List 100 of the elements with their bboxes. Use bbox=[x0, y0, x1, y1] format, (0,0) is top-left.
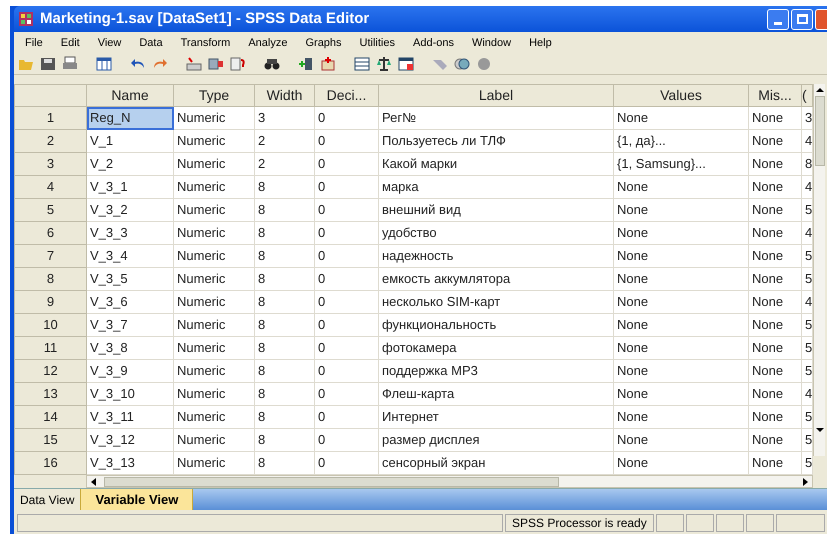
table-cell[interactable]: 0 bbox=[314, 428, 378, 452]
table-cell[interactable]: поддержка MP3 bbox=[378, 360, 614, 382]
table-cell[interactable]: None bbox=[748, 268, 802, 290]
row-header[interactable]: 14 bbox=[14, 406, 86, 428]
row-header[interactable]: 8 bbox=[14, 268, 86, 290]
table-cell[interactable]: 0 bbox=[314, 360, 378, 382]
table-cell[interactable]: Numeric bbox=[174, 106, 254, 130]
table-cell[interactable]: Numeric bbox=[174, 360, 254, 382]
horizontal-scrollbar[interactable] bbox=[86, 475, 814, 488]
menu-item[interactable]: Utilities bbox=[350, 32, 404, 54]
column-header[interactable]: Deci... bbox=[314, 84, 378, 106]
table-cell[interactable]: V_3_2 bbox=[86, 198, 174, 222]
menu-item[interactable]: Transform bbox=[172, 32, 240, 54]
table-cell[interactable]: марка bbox=[378, 176, 614, 198]
table-cell[interactable]: None bbox=[748, 176, 802, 198]
dot-icon[interactable] bbox=[476, 56, 492, 72]
circles-icon[interactable] bbox=[454, 56, 470, 72]
table-cell[interactable]: Numeric bbox=[174, 314, 254, 336]
table-cell[interactable]: 0 bbox=[314, 130, 378, 152]
row-header[interactable]: 16 bbox=[14, 452, 86, 474]
table-cell[interactable]: емкость аккумлятора bbox=[378, 268, 614, 290]
table-cell[interactable]: внешний вид bbox=[378, 198, 614, 222]
table-cell[interactable]: None bbox=[748, 198, 802, 222]
table-cell[interactable]: сенсорный экран bbox=[378, 452, 614, 474]
row-header[interactable]: 9 bbox=[14, 290, 86, 314]
minimize-button[interactable] bbox=[767, 8, 789, 30]
table-cell[interactable]: 0 bbox=[314, 452, 378, 474]
table-cell[interactable]: V_3_4 bbox=[86, 244, 174, 268]
table-cell[interactable]: V_3_7 bbox=[86, 314, 174, 336]
table-cell[interactable]: 8 bbox=[254, 382, 314, 406]
table-cell[interactable]: Numeric bbox=[174, 382, 254, 406]
table-cell[interactable]: Reg_N bbox=[86, 106, 174, 130]
table-cell[interactable]: 0 bbox=[314, 198, 378, 222]
table-cell[interactable]: None bbox=[748, 106, 802, 130]
table-icon[interactable] bbox=[96, 56, 112, 72]
menu-item[interactable]: Edit bbox=[52, 32, 89, 54]
table-cell[interactable]: Numeric bbox=[174, 198, 254, 222]
table-cell[interactable]: Рег№ bbox=[378, 106, 614, 130]
table-cell[interactable]: None bbox=[748, 428, 802, 452]
table-cell[interactable]: 8 bbox=[254, 176, 314, 198]
insert-variable-icon[interactable] bbox=[320, 56, 336, 72]
table-cell[interactable]: 2 bbox=[254, 130, 314, 152]
table-cell[interactable]: 3 bbox=[254, 106, 314, 130]
table-cell[interactable]: удобство bbox=[378, 222, 614, 244]
table-cell[interactable]: Какой марки bbox=[378, 152, 614, 176]
table-cell[interactable]: надежность bbox=[378, 244, 614, 268]
table-cell[interactable]: 8 bbox=[254, 406, 314, 428]
table-cell[interactable]: V_3_9 bbox=[86, 360, 174, 382]
table-cell[interactable]: V_3_6 bbox=[86, 290, 174, 314]
table-cell[interactable]: None bbox=[748, 406, 802, 428]
table-cell[interactable]: None bbox=[614, 360, 748, 382]
row-header[interactable]: 1 bbox=[14, 106, 86, 130]
row-header[interactable]: 15 bbox=[14, 428, 86, 452]
table-cell[interactable]: V_3_8 bbox=[86, 336, 174, 360]
menu-item[interactable]: Window bbox=[462, 32, 520, 54]
table-cell[interactable]: 8 bbox=[254, 428, 314, 452]
row-header[interactable]: 6 bbox=[14, 222, 86, 244]
table-cell[interactable]: 8 bbox=[254, 360, 314, 382]
column-header[interactable]: Type bbox=[174, 84, 254, 106]
table-cell[interactable]: 8 bbox=[254, 222, 314, 244]
table-cell[interactable]: None bbox=[614, 406, 748, 428]
menu-item[interactable]: Help bbox=[520, 32, 561, 54]
table-cell[interactable]: 8 bbox=[254, 314, 314, 336]
table-cell[interactable]: None bbox=[614, 290, 748, 314]
table-cell[interactable]: None bbox=[614, 452, 748, 474]
close-button[interactable] bbox=[815, 8, 827, 30]
table-cell[interactable]: 0 bbox=[314, 314, 378, 336]
split-file-icon[interactable] bbox=[354, 56, 370, 72]
table-cell[interactable]: Numeric bbox=[174, 452, 254, 474]
maximize-button[interactable] bbox=[791, 8, 813, 30]
table-cell[interactable]: None bbox=[614, 314, 748, 336]
table-cell[interactable]: 8 bbox=[254, 268, 314, 290]
table-cell[interactable]: Пользуетесь ли ТЛФ bbox=[378, 130, 614, 152]
vertical-scrollbar[interactable] bbox=[813, 84, 826, 456]
table-cell[interactable]: Интернет bbox=[378, 406, 614, 428]
table-cell[interactable]: None bbox=[614, 268, 748, 290]
menu-item[interactable]: Graphs bbox=[296, 32, 351, 54]
table-cell[interactable]: размер дисплея bbox=[378, 428, 614, 452]
table-cell[interactable]: None bbox=[614, 222, 748, 244]
table-cell[interactable]: Numeric bbox=[174, 290, 254, 314]
table-cell[interactable]: V_3_11 bbox=[86, 406, 174, 428]
table-cell[interactable]: None bbox=[748, 130, 802, 152]
column-header[interactable]: Width bbox=[254, 84, 314, 106]
table-cell[interactable]: 0 bbox=[314, 268, 378, 290]
table-cell[interactable]: V_3_1 bbox=[86, 176, 174, 198]
menu-item[interactable]: Data bbox=[130, 32, 172, 54]
table-cell[interactable]: None bbox=[614, 428, 748, 452]
table-cell[interactable]: None bbox=[614, 336, 748, 360]
table-cell[interactable]: Numeric bbox=[174, 268, 254, 290]
table-cell[interactable]: Флеш-карта bbox=[378, 382, 614, 406]
table-cell[interactable]: 0 bbox=[314, 106, 378, 130]
table-cell[interactable]: V_3_13 bbox=[86, 452, 174, 474]
row-header[interactable]: 5 bbox=[14, 198, 86, 222]
table-cell[interactable]: None bbox=[748, 336, 802, 360]
table-cell[interactable]: 8 bbox=[254, 452, 314, 474]
column-header[interactable]: Mis... bbox=[748, 84, 802, 106]
menu-item[interactable]: Add-ons bbox=[404, 32, 463, 54]
menu-item[interactable]: File bbox=[16, 32, 52, 54]
select-cases-icon[interactable] bbox=[398, 56, 414, 72]
row-header[interactable]: 11 bbox=[14, 336, 86, 360]
